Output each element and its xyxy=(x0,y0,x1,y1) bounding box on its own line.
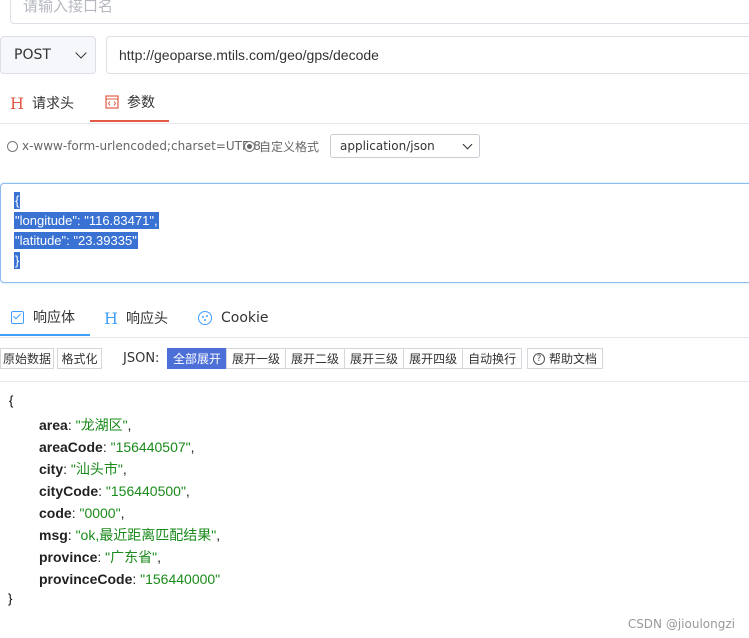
json-key: areaCode xyxy=(39,439,103,455)
tab-params[interactable]: 参数 xyxy=(90,84,169,122)
expand-level-2-button[interactable]: 展开二级 xyxy=(285,348,346,369)
body-line: { xyxy=(14,192,21,209)
tab-response-body[interactable]: 响应体 xyxy=(0,300,90,336)
expand-level-4-button[interactable]: 展开四级 xyxy=(403,348,464,369)
radio-form-urlencoded[interactable]: x-www-form-urlencoded;charset=UTF-8 xyxy=(7,136,261,156)
json-field-row: area: "龙湖区", xyxy=(39,417,132,433)
body-line: } xyxy=(14,252,21,269)
content-type-select[interactable]: application/json xyxy=(330,134,480,158)
json-key: province xyxy=(39,549,98,565)
cookie-icon xyxy=(198,311,212,325)
method-select[interactable]: POST xyxy=(0,36,96,74)
watermark: CSDN @jioulongzi xyxy=(627,617,735,631)
expand-level-3-button[interactable]: 展开三级 xyxy=(344,348,405,369)
json-field-row: province: "广东省", xyxy=(39,549,161,565)
tab-request-headers[interactable]: H 请求头 xyxy=(10,84,74,122)
radio-checked-icon[interactable] xyxy=(244,140,255,152)
body-line: "longitude": "116.83471", xyxy=(14,212,159,229)
tab-response-headers[interactable]: H 响应头 xyxy=(104,300,168,336)
divider xyxy=(0,337,749,338)
json-key: msg xyxy=(39,527,68,543)
json-key: city xyxy=(39,461,64,477)
content-type-value: application/json xyxy=(340,139,435,153)
h-icon: H xyxy=(10,93,24,113)
divider xyxy=(0,123,749,124)
chevron-down-icon xyxy=(75,47,87,59)
json-open-brace: { xyxy=(9,393,14,408)
json-key: area xyxy=(39,417,68,433)
json-value: "156440507" xyxy=(110,439,191,455)
json-value: "龙湖区" xyxy=(75,417,128,433)
json-value: "广东省" xyxy=(105,549,158,565)
url-input[interactable] xyxy=(106,36,749,74)
expand-button-group: 全部展开 展开一级 展开二级 展开三级 展开四级 自动换行 xyxy=(167,348,523,369)
code-icon xyxy=(105,95,119,109)
tab-label: 请求头 xyxy=(31,96,74,112)
help-docs-button[interactable]: ? 帮助文档 xyxy=(527,348,603,369)
method-value: POST xyxy=(14,47,51,63)
json-field-row: provinceCode: "156440000" xyxy=(39,571,221,587)
json-key: cityCode xyxy=(39,483,99,499)
json-value: "汕头市" xyxy=(70,461,123,477)
format-button[interactable]: 格式化 xyxy=(57,348,102,369)
check-square-icon xyxy=(11,310,24,324)
tab-cookie[interactable]: Cookie xyxy=(198,300,269,336)
divider xyxy=(0,381,749,382)
json-field-row: city: "汕头市", xyxy=(39,461,127,477)
tab-label: Cookie xyxy=(221,310,269,326)
json-field-row: msg: "ok,最近距离匹配结果", xyxy=(39,527,221,543)
json-field-row: code: "0000", xyxy=(39,505,125,521)
json-value: "156440500" xyxy=(105,483,186,499)
body-line: "latitude": "23.39335" xyxy=(14,232,138,249)
radio-label: x-www-form-urlencoded;charset=UTF-8 xyxy=(22,139,261,153)
tab-label: 响应头 xyxy=(125,311,168,327)
radio-circle-icon[interactable] xyxy=(7,140,18,152)
radio-custom-format[interactable]: 自定义格式 xyxy=(244,136,319,156)
json-label: JSON: xyxy=(123,351,160,366)
question-icon: ? xyxy=(532,352,545,365)
tab-label: 响应体 xyxy=(33,310,75,326)
json-value: "ok,最近距离匹配结果" xyxy=(75,527,217,543)
expand-all-button[interactable]: 全部展开 xyxy=(167,348,228,369)
json-value: "0000" xyxy=(79,505,121,521)
expand-level-1-button[interactable]: 展开一级 xyxy=(226,348,287,369)
help-label: 帮助文档 xyxy=(548,352,597,366)
radio-label: 自定义格式 xyxy=(259,139,320,154)
json-key: code xyxy=(39,505,72,521)
json-field-row: cityCode: "156440500", xyxy=(39,483,190,499)
json-key: provinceCode xyxy=(39,571,133,587)
raw-data-button[interactable]: 原始数据 xyxy=(0,348,54,369)
chevron-down-icon xyxy=(462,139,473,149)
h-icon: H xyxy=(104,308,118,328)
api-name-input[interactable] xyxy=(10,0,749,24)
json-close-brace: } xyxy=(8,591,13,606)
tab-label: 参数 xyxy=(127,95,155,111)
body-editor[interactable]: { "longitude": "116.83471", "latitude": … xyxy=(0,183,749,283)
auto-wrap-button[interactable]: 自动换行 xyxy=(462,348,523,369)
json-value: "156440000" xyxy=(140,571,221,587)
json-field-row: areaCode: "156440507", xyxy=(39,439,195,455)
